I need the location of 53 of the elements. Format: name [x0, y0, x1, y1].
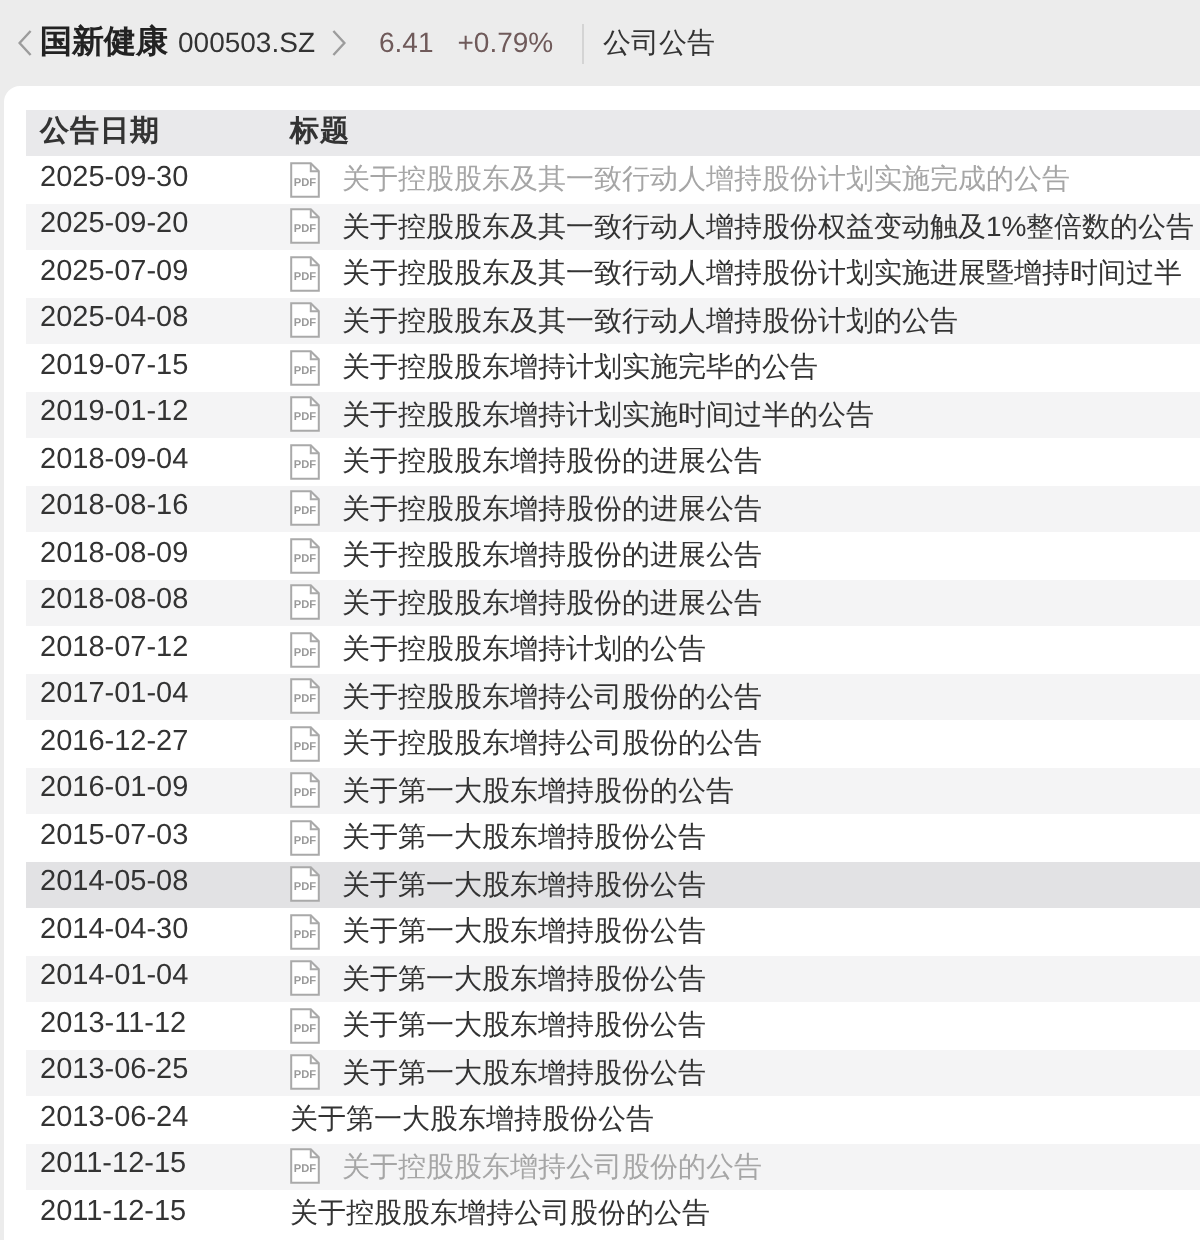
announcement-title-link[interactable]: 关于控股股东增持股份的进展公告 — [342, 487, 762, 530]
announcement-title-link[interactable]: 关于控股股东增持计划实施时间过半的公告 — [342, 393, 874, 436]
announcement-date: 2025-07-09 — [40, 253, 189, 292]
announcement-title-link[interactable]: 关于控股股东增持股份的进展公告 — [342, 581, 762, 624]
forward-icon[interactable] — [331, 30, 345, 56]
announcement-date: 2025-09-20 — [40, 206, 189, 245]
announcement-date: 2018-08-16 — [40, 488, 189, 527]
stock-name: 国新健康 — [40, 22, 168, 63]
announcement-date: 2018-09-04 — [40, 441, 189, 480]
announcement-title-link[interactable]: 关于第一大股东增持股份公告 — [342, 863, 706, 906]
announcement-title-link[interactable]: 关于控股股东增持计划实施完毕的公告 — [342, 346, 818, 389]
announcement-date: 2011-12-15 — [40, 1193, 187, 1232]
price-change: +0.79% — [457, 24, 554, 62]
announcement-title-link[interactable]: 关于控股股东及其一致行动人增持股份权益变动触及1%整倍数的公告 — [342, 205, 1195, 248]
announcement-date: 2014-04-30 — [40, 911, 189, 950]
announcement-title-link[interactable]: 关于控股股东及其一致行动人增持股份计划实施进展暨增持时间过半 — [342, 252, 1182, 295]
announcement-title-link[interactable]: 关于第一大股东增持股份公告 — [342, 1004, 706, 1047]
announcement-title-link[interactable]: 关于控股股东增持公司股份的公告 — [290, 1192, 710, 1235]
announcement-date: 2014-05-08 — [40, 864, 189, 903]
announcement-date: 2018-08-08 — [40, 582, 189, 621]
announcement-title-link[interactable]: 关于控股股东增持股份的进展公告 — [342, 534, 762, 577]
announcement-date: 2025-09-30 — [40, 159, 189, 198]
announcement-date: 2019-01-12 — [40, 394, 189, 433]
announcement-title-link[interactable]: 关于控股股东增持股份的进展公告 — [342, 440, 762, 483]
announcement-title-link[interactable]: 关于第一大股东增持股份的公告 — [342, 769, 734, 812]
announcement-title-link[interactable]: 关于第一大股东增持股份公告 — [342, 1051, 706, 1094]
announcement-title-link[interactable]: 关于第一大股东增持股份公告 — [342, 816, 706, 859]
announcement-title-link[interactable]: 关于控股股东及其一致行动人增持股份计划的公告 — [342, 299, 958, 342]
announcement-date: 2016-12-27 — [40, 723, 189, 762]
announcement-title-link[interactable]: 关于第一大股东增持股份公告 — [342, 910, 706, 953]
column-header[interactable]: 标题 — [290, 111, 350, 155]
announcement-date: 2018-07-12 — [40, 629, 189, 668]
announcement-date: 2011-12-15 — [40, 1146, 187, 1185]
announcement-date: 2013-06-25 — [40, 1052, 189, 1091]
announcement-date: 2025-04-08 — [40, 300, 189, 339]
announcement-title-link[interactable]: 关于控股股东增持公司股份的公告 — [342, 722, 762, 765]
announcement-date: 2019-07-15 — [40, 347, 189, 386]
back-icon[interactable] — [18, 30, 32, 56]
announcement-date: 2018-08-09 — [40, 535, 189, 574]
announcement-title-link[interactable]: 关于控股股东增持计划的公告 — [342, 628, 706, 671]
announcement-date: 2015-07-03 — [40, 817, 189, 856]
announcement-title-link[interactable]: 关于第一大股东增持股份公告 — [342, 957, 706, 1000]
stock-price: 6.41 — [379, 24, 434, 62]
column-header[interactable]: 公告日期 — [40, 111, 160, 155]
announcement-date: 2014-01-04 — [40, 958, 189, 997]
announcement-title-link[interactable]: 关于控股股东增持公司股份的公告 — [342, 675, 762, 718]
announcement-title-link[interactable]: 关于第一大股东增持股份公告 — [290, 1098, 654, 1141]
stock-code: 000503.SZ — [178, 24, 315, 62]
announcement-date: 2017-01-04 — [40, 676, 189, 715]
announcement-date: 2013-06-24 — [40, 1099, 189, 1138]
announcement-date: 2013-11-12 — [40, 1005, 187, 1044]
announcement-date: 2016-01-09 — [40, 770, 189, 809]
page-title: 公司公告 — [603, 24, 716, 62]
